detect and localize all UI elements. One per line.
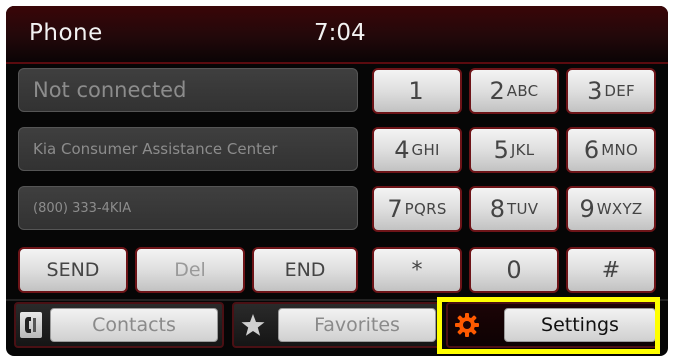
contacts-button[interactable]: Contacts <box>50 308 218 342</box>
contacts-tab[interactable]: Contacts <box>14 302 224 348</box>
key-hash[interactable]: # <box>566 247 656 293</box>
page-title: Phone <box>29 20 103 46</box>
favorites-button[interactable]: Favorites <box>278 308 436 342</box>
key-star[interactable]: * <box>372 247 462 293</box>
key-letters: GHI <box>411 141 440 159</box>
contact-name-text: Kia Consumer Assistance Center <box>33 140 278 158</box>
phonebook-icon <box>20 312 42 338</box>
key-letters: PQRS <box>404 200 447 218</box>
key-letters: ABC <box>506 82 539 100</box>
key-symbol: # <box>601 257 621 283</box>
send-button[interactable]: SEND <box>18 247 128 293</box>
phone-number-field[interactable]: (800) 333-4KIA <box>18 186 358 230</box>
key-4[interactable]: 4 GHI <box>372 127 462 173</box>
clock: 7:04 <box>314 20 366 46</box>
key-digit: 7 <box>387 195 403 223</box>
gear-icon <box>452 310 482 340</box>
key-letters: DEF <box>604 82 635 100</box>
key-digit: 1 <box>408 77 424 105</box>
settings-tab[interactable]: Settings <box>446 302 660 348</box>
key-5[interactable]: 5 JKL <box>469 127 559 173</box>
header-bar: Phone 7:04 <box>6 6 668 64</box>
key-0[interactable]: 0 <box>469 247 559 293</box>
connection-status-field: Not connected <box>18 68 358 112</box>
delete-label: Del <box>174 259 206 281</box>
key-letters: MNO <box>601 141 639 159</box>
key-letters: WXYZ <box>596 200 643 218</box>
delete-button[interactable]: Del <box>135 247 245 293</box>
key-3[interactable]: 3 DEF <box>566 68 656 114</box>
phone-number-text: (800) 333-4KIA <box>33 200 132 216</box>
contact-name-field[interactable]: Kia Consumer Assistance Center <box>18 127 358 171</box>
key-digit: 2 <box>489 77 505 105</box>
key-digit: 9 <box>579 195 595 223</box>
key-6[interactable]: 6 MNO <box>566 127 656 173</box>
divider <box>6 299 668 301</box>
key-letters: TUV <box>506 200 539 218</box>
key-1[interactable]: 1 <box>372 68 462 114</box>
key-letters: JKL <box>510 141 535 159</box>
key-digit: 5 <box>493 136 509 164</box>
phone-screen: Phone 7:04 Not connected Kia Consumer As… <box>6 6 668 356</box>
end-label: END <box>284 259 326 281</box>
key-8[interactable]: 8 TUV <box>469 186 559 232</box>
key-9[interactable]: 9 WXYZ <box>566 186 656 232</box>
contacts-label: Contacts <box>92 314 176 336</box>
key-digit: 0 <box>506 256 522 284</box>
key-2[interactable]: 2 ABC <box>469 68 559 114</box>
key-digit: 4 <box>394 136 410 164</box>
favorites-label: Favorites <box>314 314 400 336</box>
connection-status-text: Not connected <box>33 78 187 102</box>
end-button[interactable]: END <box>252 247 358 293</box>
key-digit: 3 <box>587 77 603 105</box>
favorites-tab[interactable]: Favorites <box>232 302 442 348</box>
key-digit: 8 <box>489 195 505 223</box>
key-symbol: * <box>411 257 423 283</box>
star-icon <box>238 310 268 340</box>
send-label: SEND <box>46 259 100 281</box>
key-digit: 6 <box>583 136 600 164</box>
settings-button[interactable]: Settings <box>504 308 656 342</box>
settings-label: Settings <box>541 314 619 336</box>
key-7[interactable]: 7 PQRS <box>372 186 462 232</box>
